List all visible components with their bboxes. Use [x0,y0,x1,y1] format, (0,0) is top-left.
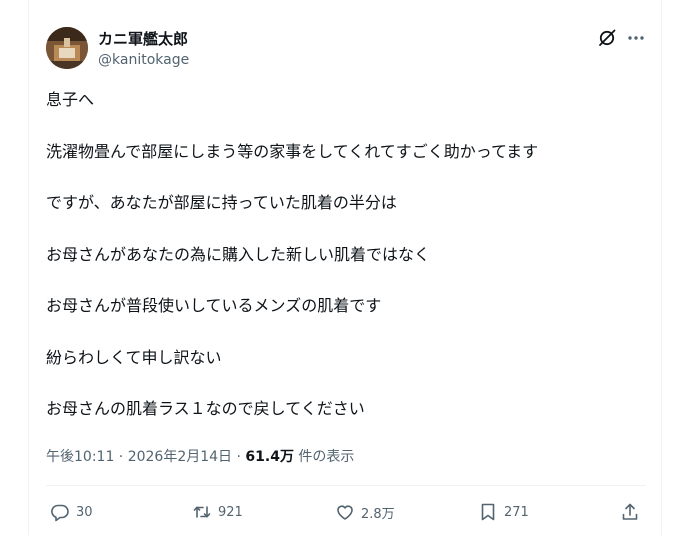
divider [46,485,646,486]
grok-icon[interactable] [597,28,617,48]
repost-button[interactable]: 921 [192,501,243,523]
avatar[interactable] [46,27,88,69]
reply-count: 30 [76,504,93,520]
reply-button[interactable]: 30 [50,501,93,523]
post-paragraph: 洗濯物畳んで部屋にしまう等の家事をしてくれてすごく助かってます [46,141,539,161]
repost-count: 921 [218,504,243,520]
author-display-name[interactable]: カニ軍艦太郎 [98,28,188,49]
like-button[interactable]: 2.8万 [335,501,395,523]
post-paragraph: 息子へ [46,90,95,109]
post-paragraph: お母さんがあなたの為に購入した新しい肌着ではなく [46,244,431,264]
bookmark-count: 271 [504,504,529,520]
post-metadata: 午後10:11 · 2026年2月14日 · 61.4万 件の表示 [46,446,354,466]
post-paragraph: お母さんの肌着ラス１なので戻してください [46,399,365,418]
more-icon[interactable] [626,28,646,48]
share-icon [622,503,638,520]
reply-icon [51,504,69,522]
post-paragraph: お母さんが普段使いしているメンズの肌着です [46,296,382,315]
views-count: 61.4万 [245,449,294,465]
author-handle[interactable]: @kanitokage [98,52,189,68]
like-icon [337,505,353,520]
like-count: 2.8万 [361,506,395,522]
share-button[interactable] [620,501,646,523]
post-timestamp[interactable]: 午後10:11 · 2026年2月14日 · [46,449,245,465]
post-paragraph: ですが、あなたが部屋に持っていた肌着の半分は [46,193,397,212]
post-text: 息子へ 洗濯物畳んで部屋にしまう等の家事をしてくれてすごく助かってます ですが、… [46,88,646,449]
views-label: 件の表示 [293,449,355,465]
repost-icon [193,506,211,518]
bookmark-icon [481,503,495,521]
bookmark-button[interactable]: 271 [478,501,529,523]
post-paragraph: 紛らわしくて申し訳ない [46,347,222,367]
